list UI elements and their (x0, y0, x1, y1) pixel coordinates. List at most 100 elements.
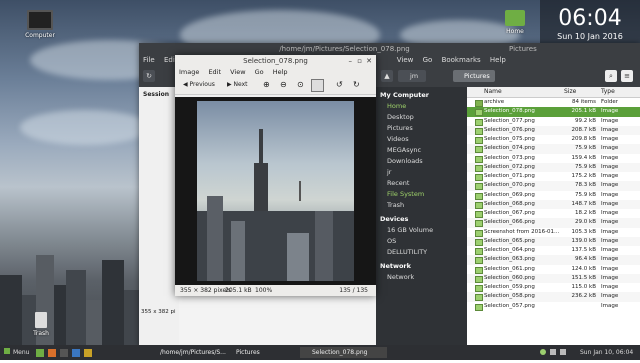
file-row[interactable]: Selection_060.png 151.5 kB Image (467, 273, 640, 283)
menu-go[interactable]: Go (255, 68, 264, 76)
session-tab[interactable]: Session (143, 91, 179, 98)
column-type[interactable]: Type (601, 87, 615, 97)
file-row[interactable]: Selection_063.png 96.4 kB Image (467, 255, 640, 265)
file-size: 148.7 kB (571, 200, 596, 207)
sidebar-item-volume[interactable]: 16 GB Volume (376, 225, 467, 236)
menu-edit[interactable]: Edit (208, 68, 221, 76)
image-file-icon (475, 229, 483, 237)
file-row[interactable]: Selection_057.png Image (467, 302, 640, 311)
menu-help[interactable]: Help (490, 56, 506, 64)
file-row[interactable]: Selection_073.png 159.4 kB Image (467, 154, 640, 163)
app-icon[interactable] (71, 349, 80, 357)
zoom-in-icon[interactable]: ⊕ (263, 80, 270, 89)
sidebar-item-pictures[interactable]: Pictures (376, 123, 467, 134)
sidebar-item-os[interactable]: OS (376, 236, 467, 247)
battery-icon[interactable] (560, 349, 566, 355)
zoom-normal-icon[interactable]: ⊙ (297, 80, 304, 89)
maximize-icon[interactable]: ▫ (357, 55, 362, 67)
desktop-icon-computer[interactable]: Computer (15, 10, 65, 39)
search-icon[interactable]: ⌕ (605, 70, 617, 82)
volume-icon[interactable] (550, 349, 556, 355)
network-icon[interactable] (540, 349, 546, 355)
viewer-titlebar[interactable]: Selection_078.png – ▫ ✕ (175, 55, 376, 67)
image-file-icon (475, 146, 483, 154)
minimize-icon[interactable]: – (349, 55, 353, 67)
file-row[interactable]: Selection_064.png 137.5 kB Image (467, 246, 640, 255)
file-row[interactable]: Selection_065.png 139.0 kB Image (467, 236, 640, 246)
file-row[interactable]: Selection_077.png 99.2 kB Image (467, 117, 640, 126)
file-size: 18.2 kB (575, 210, 596, 216)
sidebar-item-network[interactable]: Network (376, 272, 467, 283)
up-arrow-icon[interactable]: ▲ (381, 70, 393, 82)
menu-image[interactable]: Image (179, 68, 199, 76)
sidebar-item-desktop[interactable]: Desktop (376, 112, 467, 123)
file-row[interactable]: Selection_068.png 148.7 kB Image (467, 199, 640, 209)
file-row[interactable]: Selection_070.png 78.3 kB Image (467, 181, 640, 191)
sidebar-item-megasync[interactable]: MEGAsync (376, 145, 467, 156)
menu-bookmarks[interactable]: Bookmarks (442, 56, 481, 64)
desktop-icon-home[interactable]: Home (490, 10, 540, 35)
folder-icon[interactable] (36, 349, 44, 357)
clock-date: Sun 10 Jan 2016 (557, 32, 623, 41)
app-icon[interactable] (83, 349, 92, 357)
sidebar-item-videos[interactable]: Videos (376, 134, 467, 145)
file-row[interactable]: Selection_071.png 175.2 kB Image (467, 172, 640, 181)
task-terminal[interactable]: /home/jm/Pictures/S... (148, 347, 230, 358)
menu-view[interactable]: View (397, 56, 414, 64)
image-file-icon (475, 275, 483, 283)
sidebar-item-downloads[interactable]: Downloads (376, 156, 467, 167)
start-menu-button[interactable]: Menu (4, 345, 29, 360)
file-type: Image (601, 200, 619, 207)
menu-file[interactable]: File (143, 56, 155, 64)
sidebar-item-jr[interactable]: jr (376, 167, 467, 178)
file-row[interactable]: Selection_058.png 236.2 kB Image (467, 292, 640, 302)
breadcrumb-pictures[interactable]: Pictures (453, 70, 495, 82)
menu-help[interactable]: Help (273, 68, 288, 76)
rotate-right-icon[interactable]: ↻ (353, 80, 360, 89)
taskbar: Menu /home/jm/Pictures/S... Pictures Sel… (0, 345, 640, 360)
file-row[interactable]: Selection_075.png 209.8 kB Image (467, 135, 640, 144)
file-row[interactable]: archive 84 items Folder (467, 98, 640, 107)
file-size: 208.7 kB (571, 126, 596, 133)
reload-icon[interactable]: ↻ (143, 70, 155, 82)
window-titlebar[interactable]: /home/jm/Pictures/Selection_078.png Pict… (139, 43, 640, 55)
file-row[interactable]: Selection_069.png 75.9 kB Image (467, 191, 640, 200)
left-pane: Session 355 x 382 pi (139, 87, 179, 346)
column-size[interactable]: Size (564, 87, 576, 97)
sidebar-item-filesystem[interactable]: File System (376, 189, 467, 200)
browser-icon[interactable] (47, 349, 56, 357)
file-row[interactable]: Screenshot from 2016-01... 105.3 kB Image (467, 228, 640, 237)
terminal-icon[interactable] (59, 349, 68, 357)
menu-view[interactable]: View (230, 68, 245, 76)
close-icon[interactable]: ✕ (366, 55, 372, 67)
image-count: 135 / 135 (339, 287, 368, 294)
file-row[interactable]: Selection_061.png 124.0 kB Image (467, 265, 640, 274)
next-button[interactable]: ▶ Next (227, 81, 248, 88)
view-list-icon[interactable]: ≡ (621, 70, 633, 82)
file-row[interactable]: Selection_066.png 29.0 kB Image (467, 218, 640, 228)
file-type: Folder (601, 99, 618, 105)
file-row[interactable]: Selection_074.png 75.9 kB Image (467, 144, 640, 154)
sidebar-item-recent[interactable]: Recent (376, 178, 467, 189)
column-name[interactable]: Name (484, 87, 502, 97)
taskbar-clock[interactable]: Sun Jan 10, 06:04 (580, 345, 633, 360)
task-viewer[interactable]: Selection_078.png (300, 347, 387, 358)
desktop-icon-trash[interactable]: Trash (16, 312, 66, 337)
zoom-fit-icon[interactable] (311, 79, 324, 92)
breadcrumb-jm[interactable]: jm (398, 70, 426, 82)
zoom-out-icon[interactable]: ⊖ (280, 80, 287, 89)
previous-button[interactable]: ◀ Previous (183, 81, 215, 88)
file-row[interactable]: Selection_078.png 205.1 kB Image (467, 107, 640, 117)
sidebar-item-dellutility[interactable]: DELLUTILITY (376, 247, 467, 258)
menu-go[interactable]: Go (423, 56, 433, 64)
task-pictures[interactable]: Pictures (224, 347, 306, 358)
rotate-left-icon[interactable]: ↺ (336, 80, 343, 89)
file-name: Selection_069.png (484, 191, 535, 198)
file-row[interactable]: Selection_076.png 208.7 kB Image (467, 125, 640, 135)
file-name: Selection_057.png (484, 302, 535, 309)
file-row[interactable]: Selection_072.png 75.9 kB Image (467, 162, 640, 172)
sidebar-item-home[interactable]: Home (376, 101, 467, 112)
file-row[interactable]: Selection_059.png 115.0 kB Image (467, 283, 640, 292)
file-row[interactable]: Selection_067.png 18.2 kB Image (467, 209, 640, 218)
sidebar-item-trash[interactable]: Trash (376, 200, 467, 211)
